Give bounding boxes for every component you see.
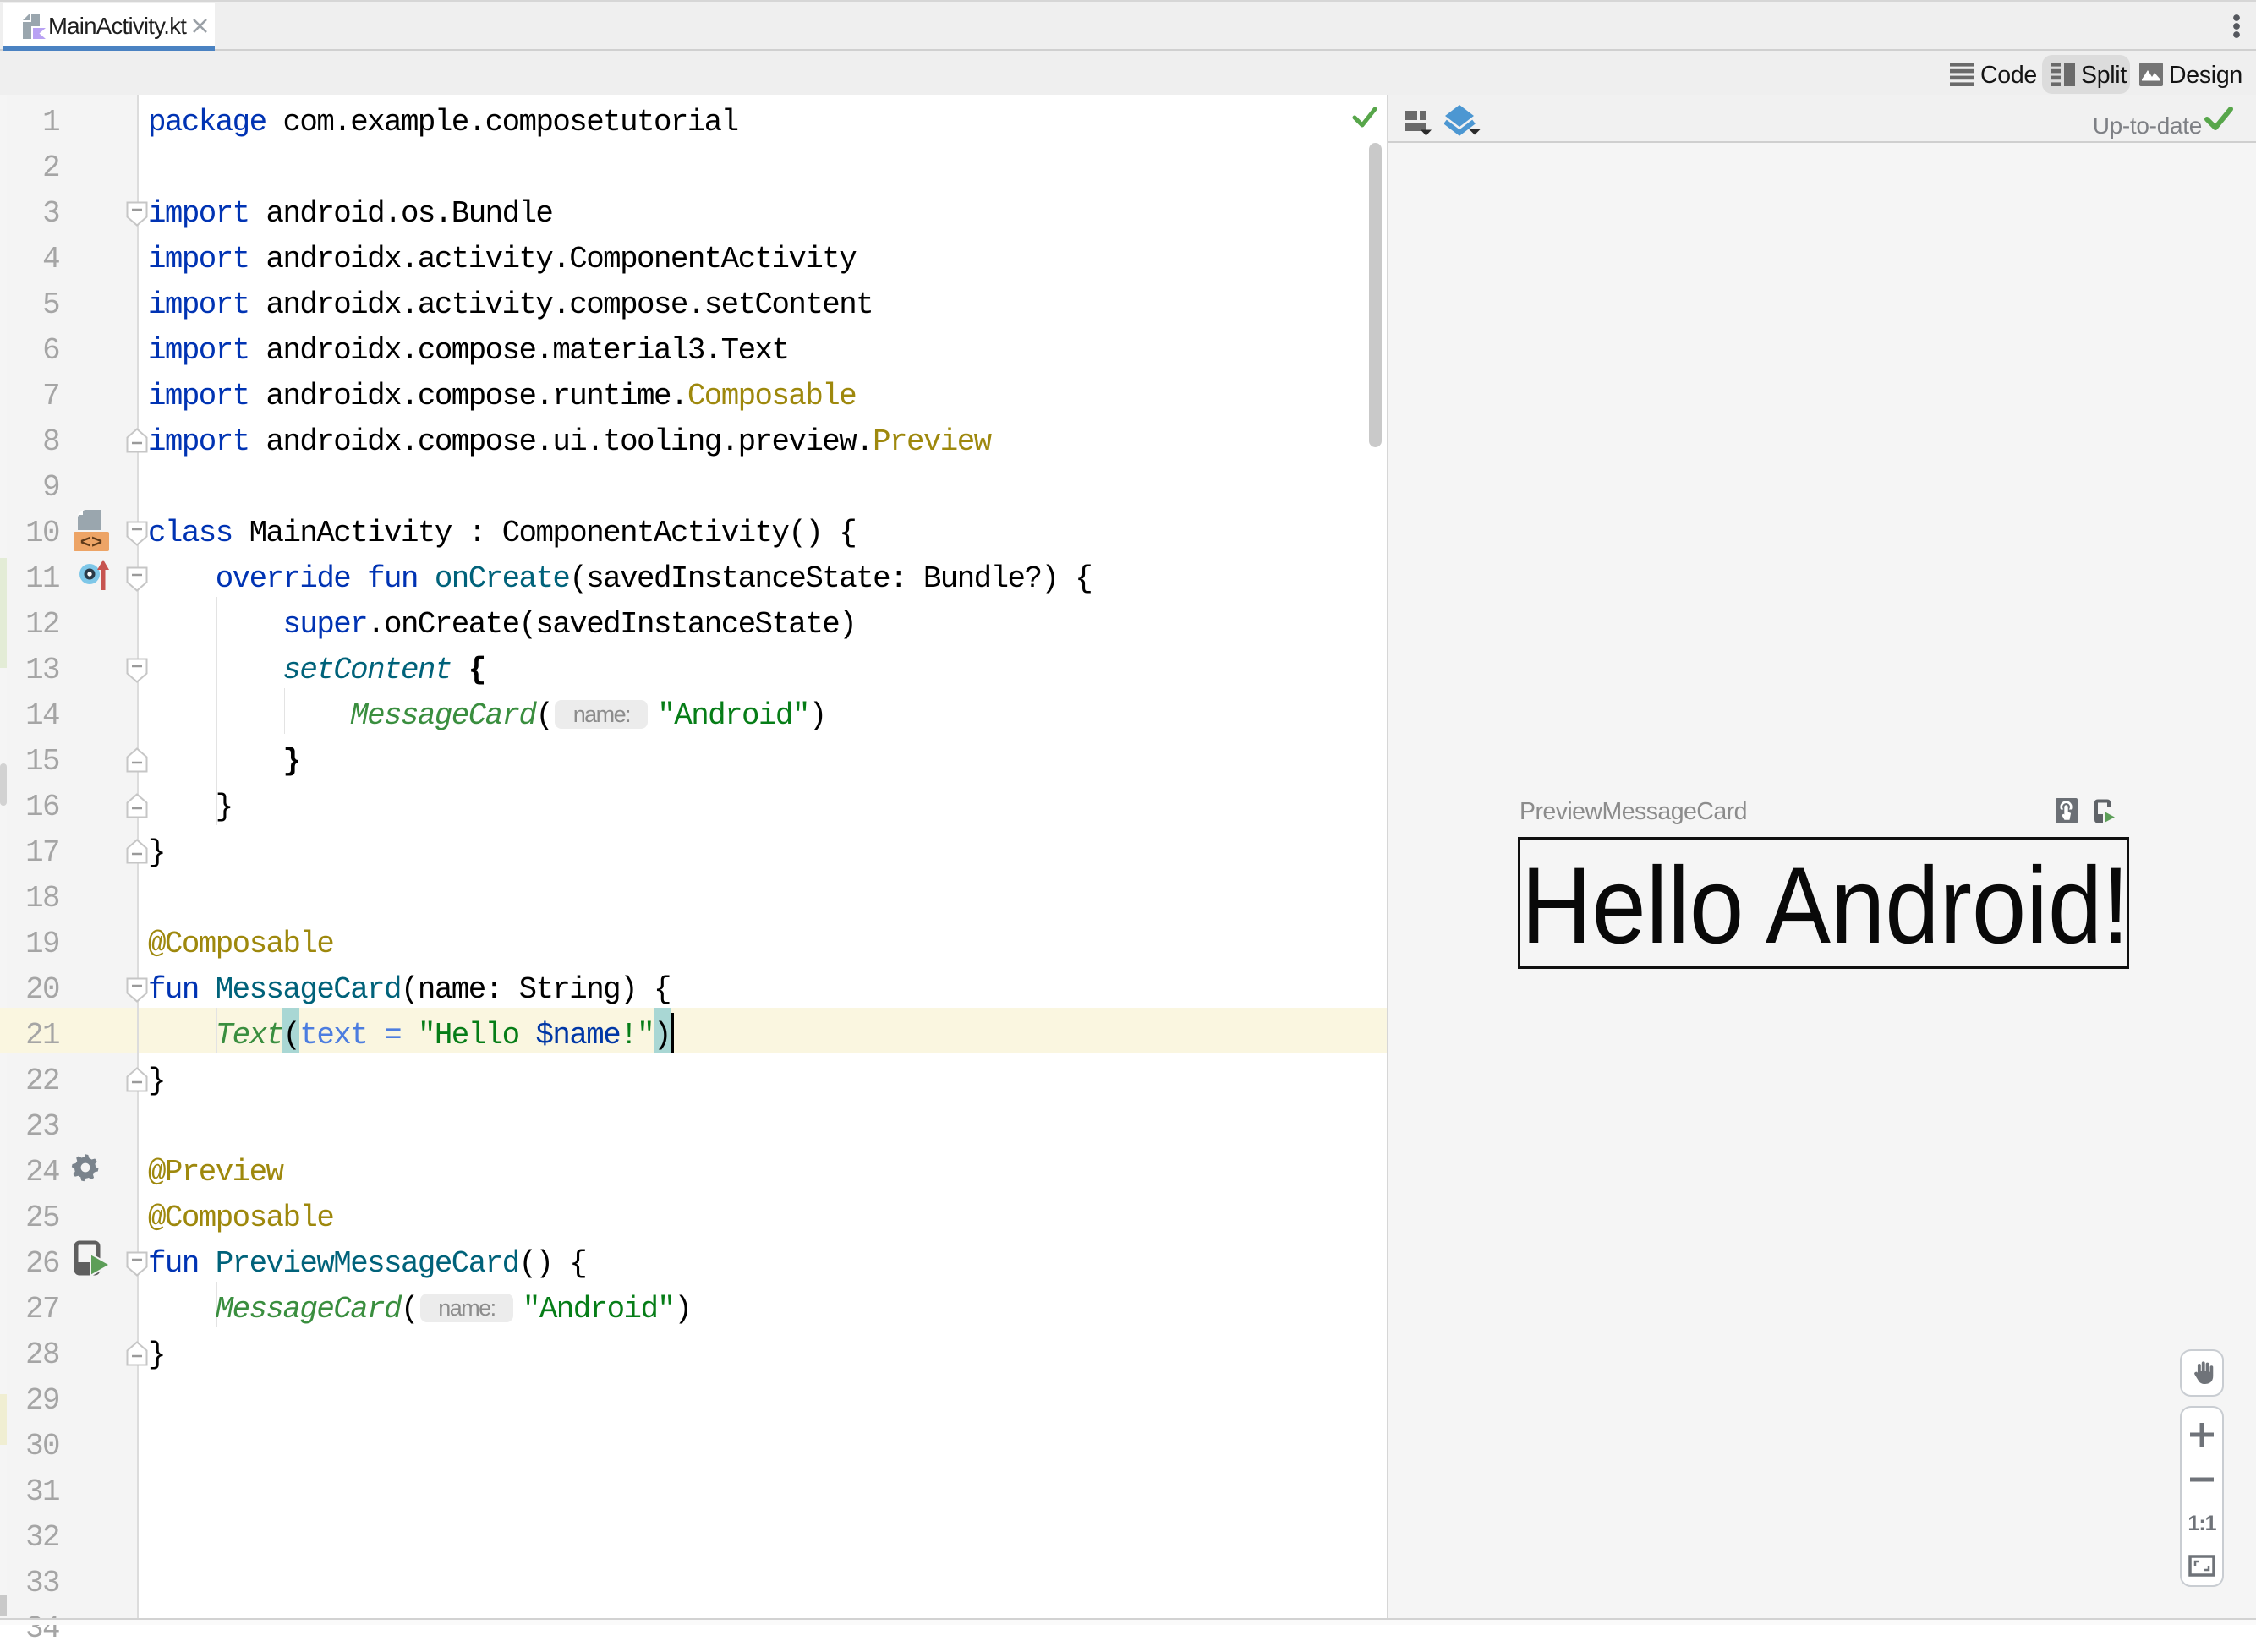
- svg-text:<>: <>: [80, 533, 102, 554]
